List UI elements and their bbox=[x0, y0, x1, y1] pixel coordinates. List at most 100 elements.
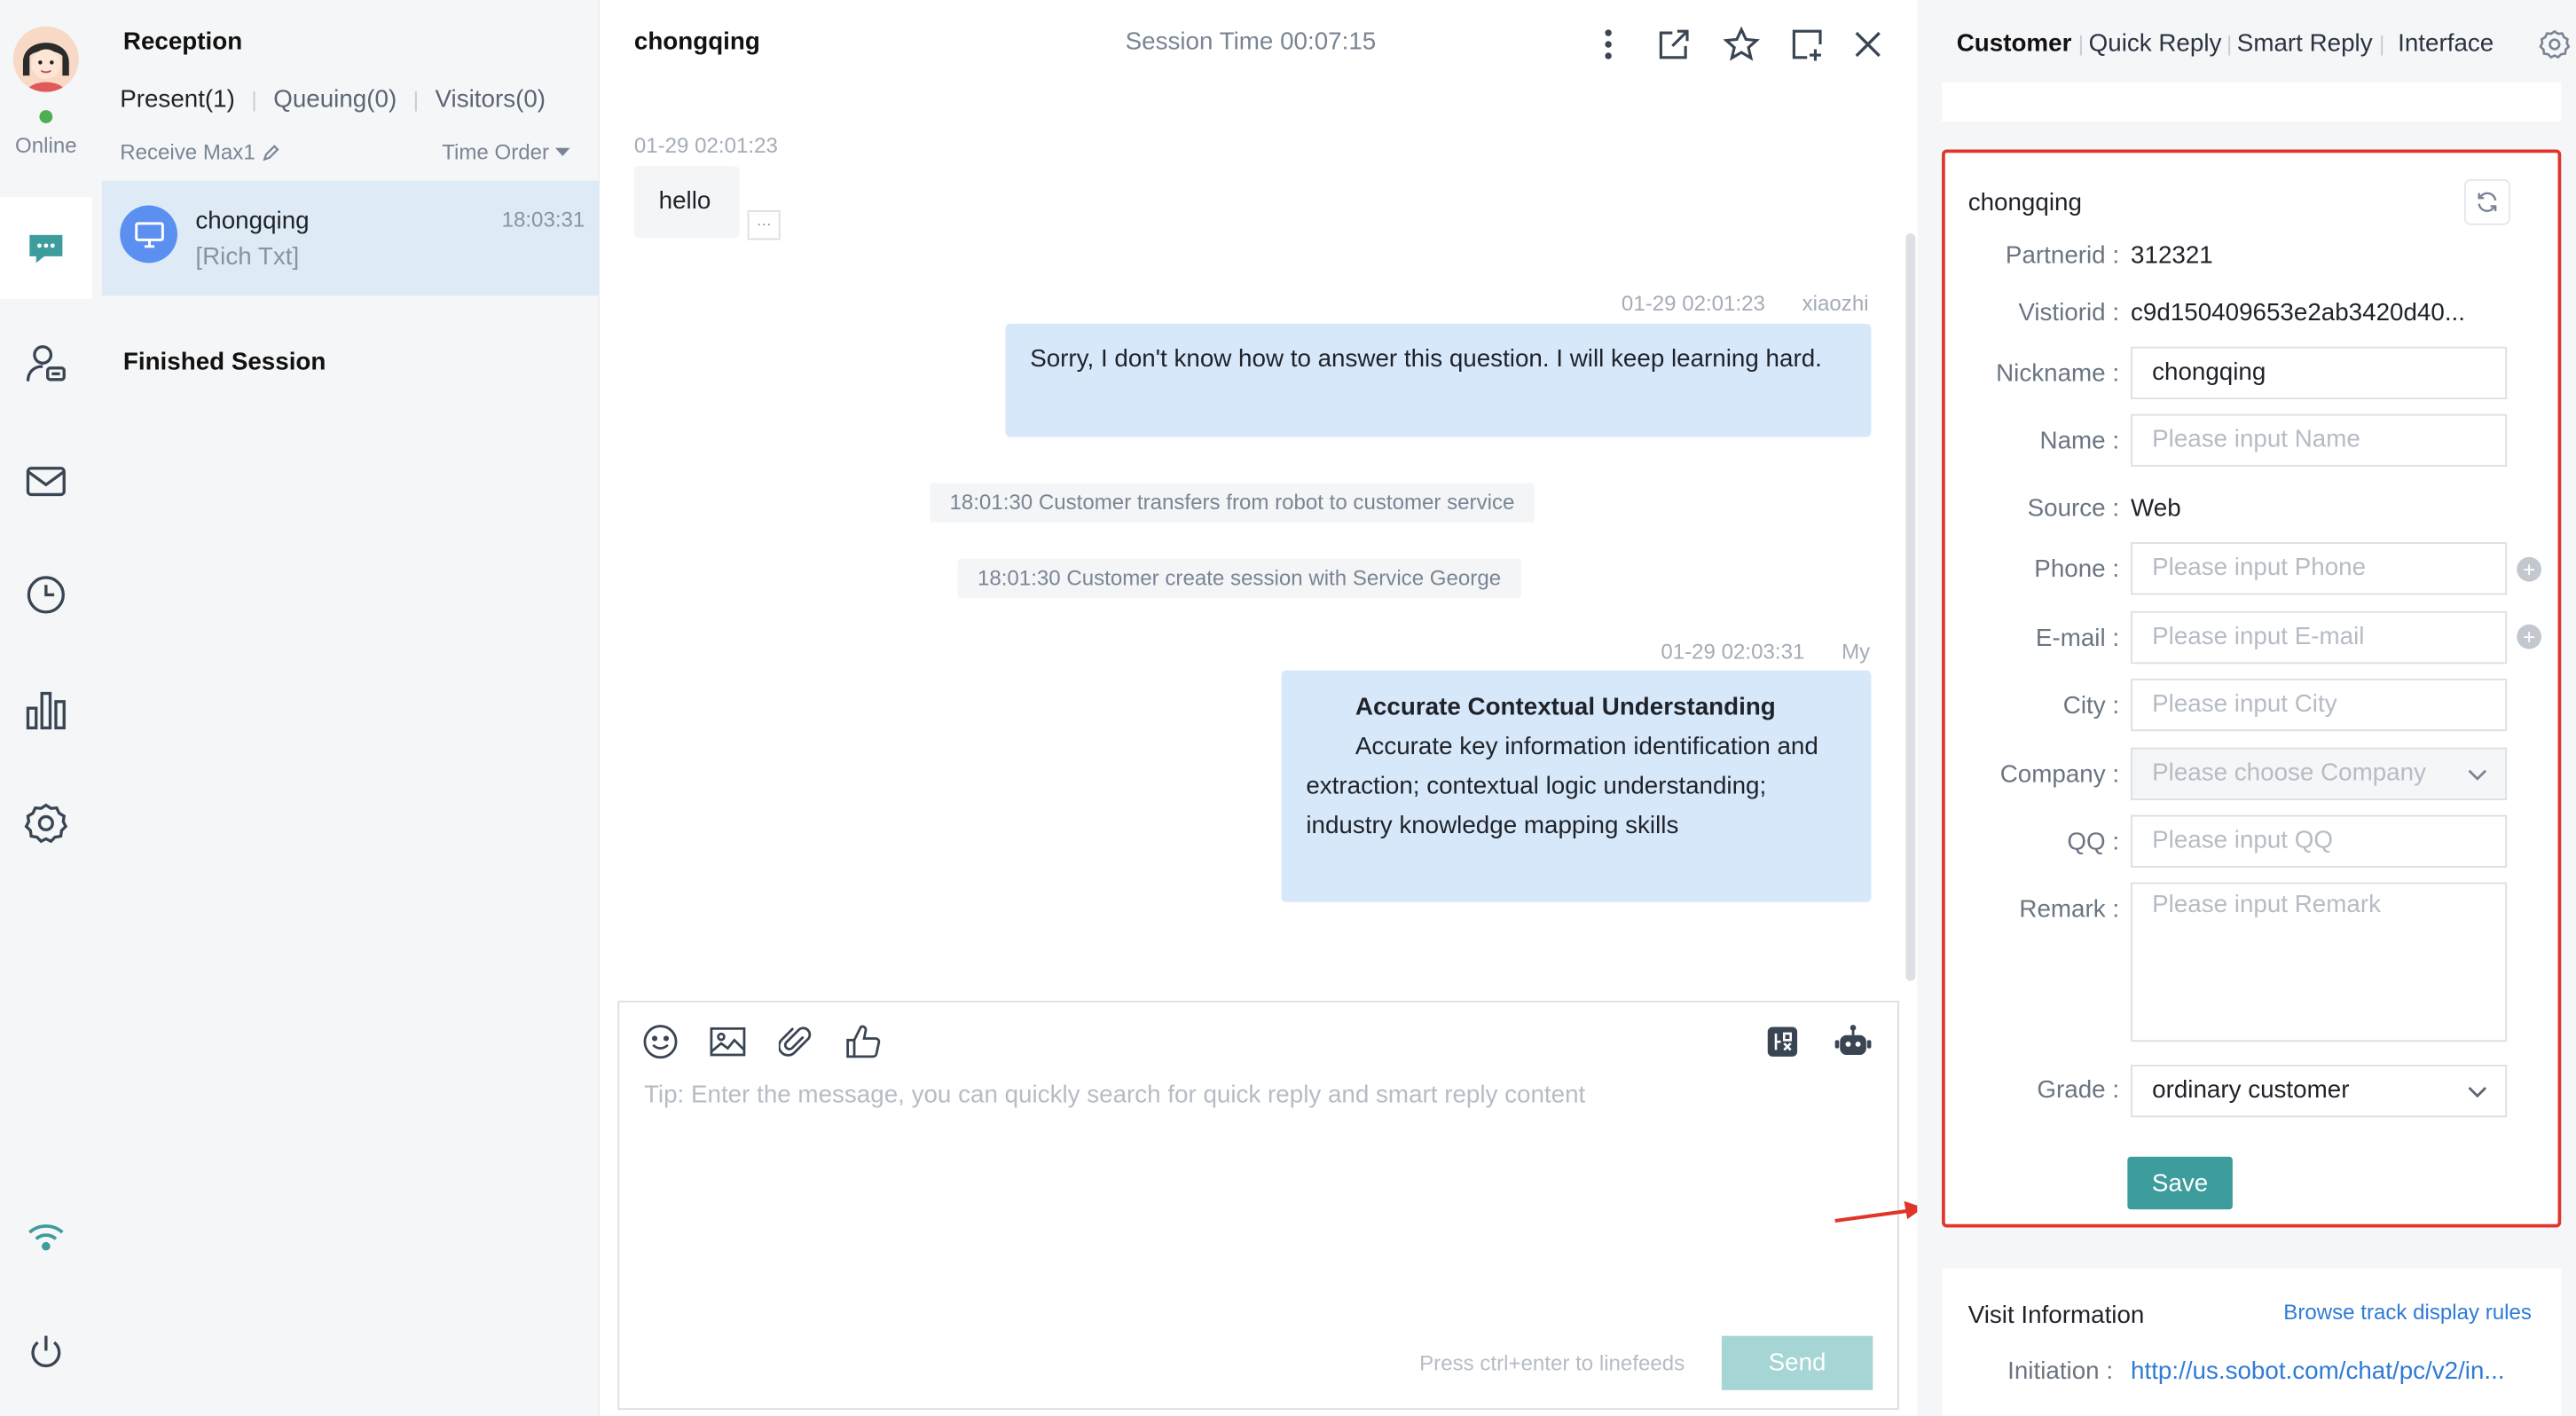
mail-icon bbox=[26, 467, 66, 497]
evaluation-button[interactable] bbox=[843, 1022, 882, 1061]
close-session-button[interactable] bbox=[1847, 23, 1889, 66]
online-status-label: Online bbox=[15, 133, 77, 158]
edit-icon bbox=[263, 144, 280, 161]
message-composer: Tip: Enter the message, you can quickly … bbox=[617, 1000, 1899, 1411]
robot-assist-button[interactable] bbox=[1834, 1022, 1873, 1061]
nav-logout[interactable] bbox=[0, 1302, 92, 1404]
message-more-button[interactable]: ··· bbox=[747, 210, 781, 240]
city-field[interactable]: Please input City bbox=[2131, 678, 2508, 732]
finished-session-header[interactable]: Finished Session bbox=[123, 349, 326, 376]
gear-icon bbox=[2539, 29, 2571, 59]
panel-settings-button[interactable] bbox=[2538, 28, 2571, 68]
partnerid-value: 312321 bbox=[2131, 241, 2213, 270]
visitorid-value: c9d150409653e2ab3420d40... bbox=[2131, 299, 2466, 327]
paperclip-icon bbox=[778, 1027, 812, 1057]
company-placeholder: Please choose Company bbox=[2152, 759, 2426, 788]
nav-mail[interactable] bbox=[0, 430, 92, 532]
system-message: 18:01:30 Customer create session with Se… bbox=[957, 558, 1521, 599]
left-nav: Online bbox=[0, 0, 102, 1416]
add-ticket-button[interactable] bbox=[1786, 23, 1828, 66]
avatar[interactable] bbox=[12, 26, 79, 92]
customer-icon bbox=[26, 345, 66, 382]
company-label: Company : bbox=[1999, 760, 2120, 789]
nav-history[interactable] bbox=[0, 544, 92, 646]
receive-max-setting[interactable]: Receive Max1 bbox=[120, 139, 281, 164]
nickname-field[interactable]: chongqing bbox=[2131, 346, 2508, 400]
visit-info-title: Visit Information bbox=[1967, 1301, 2145, 1330]
tab-quick-reply[interactable]: Quick Reply bbox=[2089, 29, 2222, 57]
message-timestamp: 01-29 02:01:23 bbox=[1621, 290, 1765, 316]
qq-field[interactable]: Please input QQ bbox=[2131, 814, 2508, 868]
favorite-button[interactable] bbox=[1720, 23, 1763, 66]
nav-customer[interactable] bbox=[0, 312, 92, 414]
tab-present[interactable]: Present(1) bbox=[120, 85, 235, 113]
phone-label: Phone : bbox=[2034, 555, 2120, 584]
visit-info-card: Visit Information Browse track display r… bbox=[1942, 1268, 2562, 1416]
session-time: 18:03:31 bbox=[501, 207, 585, 232]
message-sender: My bbox=[1842, 639, 1871, 665]
more-menu-button[interactable] bbox=[1587, 23, 1630, 66]
top-card bbox=[1942, 82, 2562, 122]
wifi-icon bbox=[28, 1224, 64, 1251]
nav-stats[interactable] bbox=[0, 659, 92, 761]
refresh-icon bbox=[2478, 192, 2497, 212]
chat-scrollbar[interactable] bbox=[1905, 232, 1916, 981]
session-timer: Session Time 00:07:15 bbox=[1125, 28, 1377, 56]
star-icon bbox=[1723, 26, 1760, 61]
agent-rich-message: Accurate Contextual Understanding Accura… bbox=[1281, 670, 1872, 902]
right-panel-tabs: Customer | Quick Reply | Smart Reply | I… bbox=[1957, 29, 2494, 57]
transfer-button[interactable] bbox=[1653, 23, 1695, 66]
tab-interface[interactable]: Interface bbox=[2398, 29, 2494, 57]
app-root: Online Reception Present(1) | Queuing(0)… bbox=[0, 0, 2576, 1416]
quick-reply-button[interactable] bbox=[1763, 1022, 1802, 1061]
add-email-icon[interactable]: + bbox=[2517, 624, 2542, 649]
message-input[interactable]: Tip: Enter the message, you can quickly … bbox=[644, 1082, 1585, 1109]
send-button[interactable]: Send bbox=[1721, 1335, 1873, 1390]
browse-track-rules-link[interactable]: Browse track display rules bbox=[2283, 1300, 2532, 1325]
system-message: 18:01:30 Customer transfers from robot t… bbox=[930, 483, 1535, 523]
image-button[interactable] bbox=[708, 1022, 747, 1061]
quick-reply-icon bbox=[1767, 1027, 1798, 1057]
tab-separator: | bbox=[2379, 31, 2385, 56]
company-select[interactable]: Please choose Company bbox=[2131, 747, 2508, 800]
session-name: chongqing bbox=[195, 207, 310, 235]
session-tabs: Present(1) | Queuing(0) | Visitors(0) bbox=[120, 85, 546, 113]
phone-field[interactable]: Please input Phone bbox=[2131, 542, 2508, 595]
name-field[interactable]: Please input Name bbox=[2131, 413, 2508, 467]
grade-label: Grade : bbox=[2037, 1076, 2120, 1105]
grade-select[interactable]: ordinary customer bbox=[2131, 1065, 2508, 1118]
robot-icon bbox=[1834, 1025, 1872, 1055]
session-item[interactable]: chongqing 18:03:31 [Rich Txt] bbox=[101, 180, 600, 296]
caret-down-icon bbox=[555, 146, 571, 156]
tab-queuing[interactable]: Queuing(0) bbox=[273, 85, 397, 113]
annotation-arrow-icon bbox=[1834, 1200, 1924, 1223]
session-list-panel: Reception Present(1) | Queuing(0) | Visi… bbox=[101, 0, 600, 1416]
emoji-icon bbox=[643, 1025, 678, 1059]
save-button[interactable]: Save bbox=[2127, 1156, 2233, 1210]
city-label: City : bbox=[2062, 691, 2120, 720]
tab-customer[interactable]: Customer bbox=[1957, 29, 2072, 57]
tab-separator: | bbox=[2226, 31, 2233, 56]
attachment-button[interactable] bbox=[775, 1022, 814, 1061]
session-list-title: Reception bbox=[122, 28, 243, 56]
source-value: Web bbox=[2131, 494, 2181, 523]
tab-smart-reply[interactable]: Smart Reply bbox=[2237, 29, 2373, 57]
chat-title: chongqing bbox=[633, 28, 760, 56]
nav-network bbox=[0, 1186, 92, 1288]
initiation-link[interactable]: http://us.sobot.com/chat/pc/v2/in... bbox=[2131, 1357, 2505, 1385]
tab-separator: | bbox=[412, 87, 419, 112]
right-panel: Customer | Quick Reply | Smart Reply | I… bbox=[1917, 0, 2576, 1416]
emoji-button[interactable] bbox=[640, 1022, 679, 1061]
refresh-button[interactable] bbox=[2464, 178, 2510, 225]
bot-message: Sorry, I don't know how to answer this q… bbox=[1005, 323, 1872, 437]
tab-visitors[interactable]: Visitors(0) bbox=[436, 85, 546, 113]
customer-name: chongqing bbox=[1967, 188, 2082, 217]
nav-settings[interactable] bbox=[0, 772, 92, 874]
add-phone-icon[interactable]: + bbox=[2517, 556, 2542, 582]
rich-message-body: Accurate key information identification … bbox=[1306, 732, 1818, 840]
remark-textarea[interactable]: Please input Remark bbox=[2131, 882, 2508, 1042]
qq-label: QQ : bbox=[2067, 828, 2120, 856]
time-order-dropdown[interactable]: Time Order bbox=[442, 139, 571, 164]
email-field[interactable]: Please input E-mail bbox=[2131, 610, 2508, 665]
nav-chat[interactable] bbox=[0, 197, 92, 300]
